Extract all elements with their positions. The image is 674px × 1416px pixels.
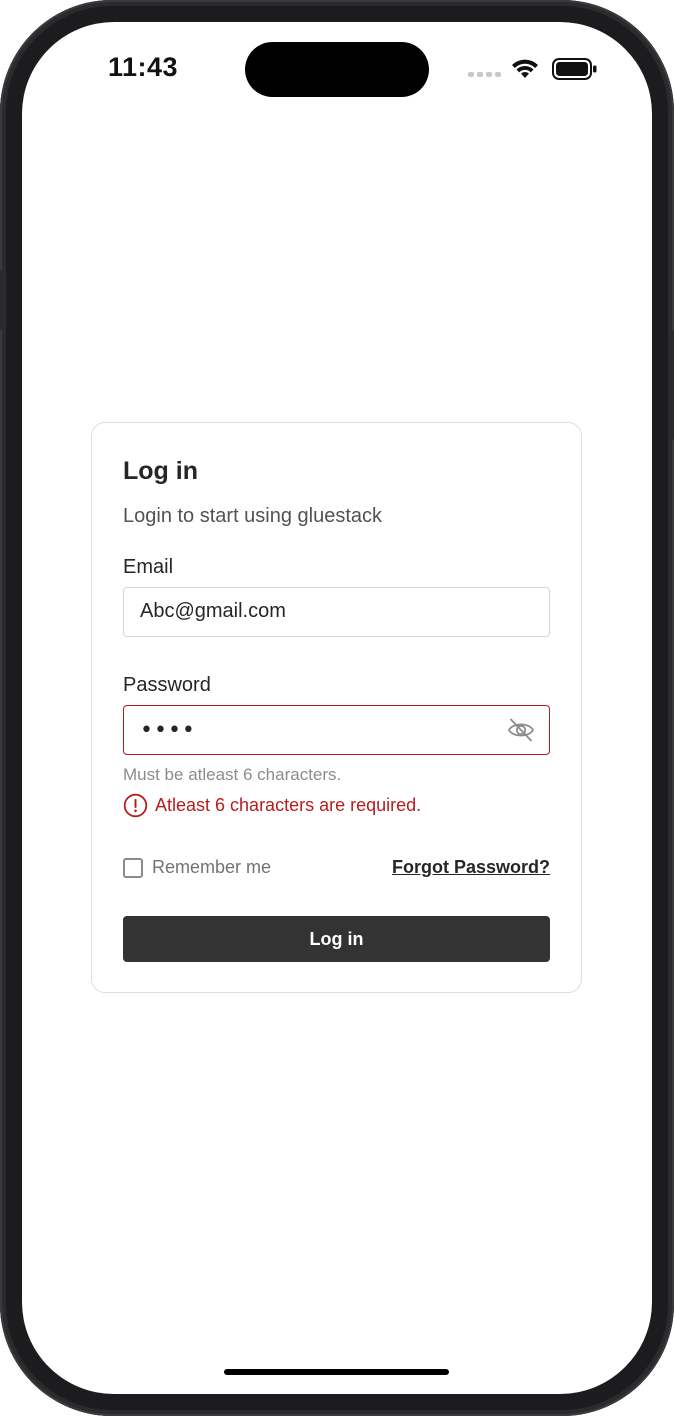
side-button	[670, 330, 674, 440]
password-field[interactable]: ••••	[123, 705, 550, 755]
side-button	[0, 270, 4, 330]
login-button[interactable]: Log in	[123, 916, 550, 962]
password-value: ••••	[140, 718, 196, 743]
remember-me-checkbox[interactable]: Remember me	[123, 857, 271, 878]
eye-off-icon[interactable]	[507, 717, 535, 743]
screen: 11:43 Log in Login to start using gluest…	[22, 22, 652, 1394]
alert-circle-icon	[123, 793, 148, 818]
battery-icon	[552, 58, 597, 80]
card-subtitle: Login to start using gluestack	[123, 505, 383, 527]
password-label: Password	[123, 674, 211, 696]
error-text: Atleast 6 characters are required.	[155, 795, 422, 815]
signal-icon	[468, 72, 501, 77]
checkbox[interactable]	[123, 857, 143, 878]
remember-me-label: Remember me	[152, 857, 272, 877]
email-label: Email	[123, 556, 174, 578]
password-error: Atleast 6 characters are required.	[123, 793, 421, 818]
email-field[interactable]	[140, 588, 500, 635]
password-helper-text: Must be atleast 6 characters.	[123, 765, 342, 784]
card-title: Log in	[123, 457, 198, 485]
login-card: Log in Login to start using gluestack Em…	[91, 422, 582, 993]
dynamic-island	[245, 42, 429, 97]
wifi-icon	[512, 59, 538, 78]
home-indicator	[224, 1369, 449, 1375]
forgot-password-link[interactable]: Forgot Password?	[392, 857, 550, 878]
email-field-box[interactable]	[123, 587, 550, 637]
status-time: 11:43	[108, 52, 179, 82]
